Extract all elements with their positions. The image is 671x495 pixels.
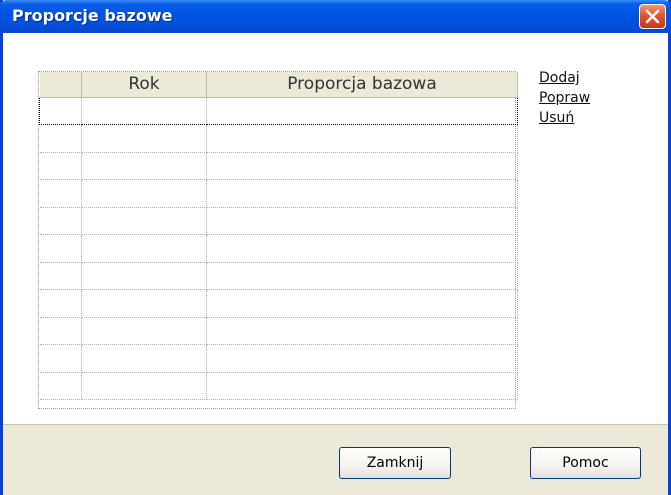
row-header-cell[interactable] (39, 207, 82, 235)
year-cell[interactable] (81, 344, 207, 373)
base-proportion-cell[interactable] (206, 262, 518, 290)
base-proportion-cell[interactable] (206, 372, 518, 400)
data-grid[interactable]: Rok Proporcja bazowa (38, 71, 518, 409)
action-links: Dodaj Popraw Usuń (539, 68, 590, 128)
table-row[interactable] (39, 289, 518, 318)
table-row[interactable] (39, 207, 518, 235)
table-row[interactable] (39, 344, 518, 373)
row-header-cell[interactable] (39, 179, 82, 208)
base-proportion-cell[interactable] (206, 207, 518, 235)
year-cell[interactable] (81, 262, 207, 290)
year-cell[interactable] (81, 207, 207, 235)
title-bar[interactable]: Proporcje bazowe (0, 0, 671, 33)
table-row[interactable] (39, 152, 518, 180)
base-proportion-cell[interactable] (206, 124, 518, 153)
row-header-cell[interactable] (39, 234, 82, 263)
client-area: Rok Proporcja bazowa Dodaj Popraw Usuń (3, 33, 668, 495)
delete-link[interactable]: Usuń (539, 108, 590, 128)
year-cell[interactable] (81, 96, 207, 125)
row-header-cell[interactable] (39, 372, 82, 400)
base-proportion-cell[interactable] (206, 234, 518, 263)
table-row[interactable] (39, 96, 518, 125)
add-link[interactable]: Dodaj (539, 68, 590, 88)
year-cell[interactable] (81, 317, 207, 345)
row-header-cell[interactable] (39, 289, 82, 318)
help-button[interactable]: Pomoc (530, 447, 641, 479)
table-row[interactable] (39, 124, 518, 153)
grid-header-row: Rok Proporcja bazowa (39, 72, 518, 98)
row-header-cell[interactable] (39, 96, 82, 125)
table-row[interactable] (39, 372, 518, 400)
close-x-icon (645, 9, 660, 24)
grid-header-year[interactable]: Rok (81, 72, 207, 98)
dialog-window: Proporcje bazowe Rok Proporcja bazowa Do… (0, 0, 671, 495)
base-proportion-cell[interactable] (206, 289, 518, 318)
close-button[interactable] (639, 4, 666, 29)
base-proportion-cell[interactable] (206, 344, 518, 373)
edit-link[interactable]: Popraw (539, 88, 590, 108)
base-proportion-cell[interactable] (206, 179, 518, 208)
year-cell[interactable] (81, 152, 207, 180)
grid-header-base-proportion[interactable]: Proporcja bazowa (206, 72, 518, 98)
row-header-cell[interactable] (39, 262, 82, 290)
close-dialog-button[interactable]: Zamknij (339, 447, 451, 479)
base-proportion-cell[interactable] (206, 152, 518, 180)
table-row[interactable] (39, 179, 518, 208)
base-proportion-cell[interactable] (206, 317, 518, 345)
row-header-cell[interactable] (39, 124, 82, 153)
row-header-cell[interactable] (39, 317, 82, 345)
window-title: Proporcje bazowe (12, 6, 173, 25)
table-row[interactable] (39, 262, 518, 290)
table-row[interactable] (39, 234, 518, 263)
row-header-cell[interactable] (39, 152, 82, 180)
year-cell[interactable] (81, 124, 207, 153)
year-cell[interactable] (81, 234, 207, 263)
grid-header-corner (39, 72, 82, 98)
base-proportion-cell[interactable] (206, 96, 518, 125)
year-cell[interactable] (81, 289, 207, 318)
row-header-cell[interactable] (39, 344, 82, 373)
table-row[interactable] (39, 317, 518, 345)
year-cell[interactable] (81, 179, 207, 208)
year-cell[interactable] (81, 372, 207, 400)
